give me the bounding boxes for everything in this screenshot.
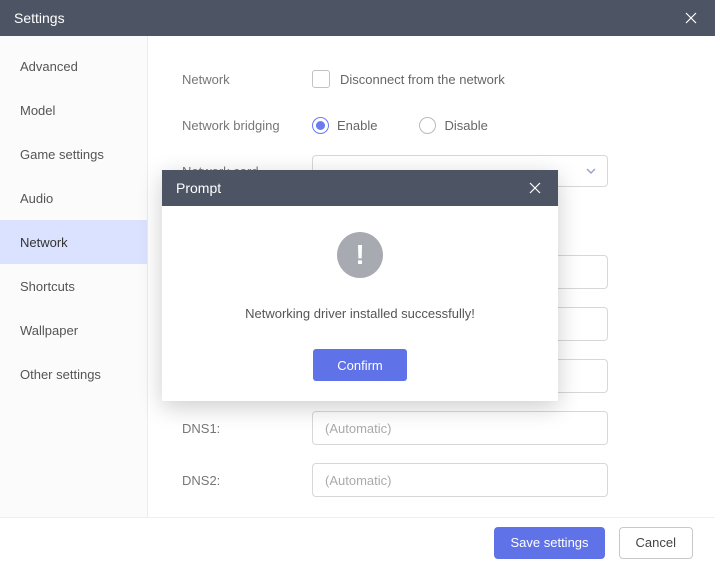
sidebar-item-shortcuts[interactable]: Shortcuts bbox=[0, 264, 147, 308]
sidebar-item-wallpaper[interactable]: Wallpaper bbox=[0, 308, 147, 352]
sidebar-item-label: Other settings bbox=[20, 367, 101, 382]
confirm-button[interactable]: Confirm bbox=[313, 349, 407, 381]
dns2-input[interactable]: (Automatic) bbox=[312, 463, 608, 497]
chevron-down-icon bbox=[585, 165, 597, 177]
dialog-body: ! Networking driver installed successful… bbox=[162, 206, 558, 401]
dns1-placeholder: (Automatic) bbox=[325, 421, 391, 436]
info-icon: ! bbox=[337, 232, 383, 278]
prompt-dialog: Prompt ! Networking driver installed suc… bbox=[162, 170, 558, 401]
sidebar-item-label: Wallpaper bbox=[20, 323, 78, 338]
sidebar-item-label: Advanced bbox=[20, 59, 78, 74]
dialog-message: Networking driver installed successfully… bbox=[245, 306, 475, 321]
bridging-radio-group: Enable Disable bbox=[312, 117, 488, 134]
dialog-header: Prompt bbox=[162, 170, 558, 206]
disable-label: Disable bbox=[444, 118, 487, 133]
dns2-placeholder: (Automatic) bbox=[325, 473, 391, 488]
sidebar-item-advanced[interactable]: Advanced bbox=[0, 44, 147, 88]
sidebar-item-label: Network bbox=[20, 235, 68, 250]
sidebar-item-model[interactable]: Model bbox=[0, 88, 147, 132]
sidebar-item-label: Model bbox=[20, 103, 55, 118]
save-button[interactable]: Save settings bbox=[494, 527, 604, 559]
dialog-close-icon[interactable] bbox=[526, 179, 544, 197]
sidebar-item-label: Shortcuts bbox=[20, 279, 75, 294]
sidebar: Advanced Model Game settings Audio Netwo… bbox=[0, 36, 148, 517]
sidebar-item-audio[interactable]: Audio bbox=[0, 176, 147, 220]
dns1-input[interactable]: (Automatic) bbox=[312, 411, 608, 445]
dialog-title: Prompt bbox=[176, 180, 221, 196]
disconnect-checkbox[interactable] bbox=[312, 70, 330, 88]
window-title: Settings bbox=[14, 10, 65, 26]
sidebar-item-network[interactable]: Network bbox=[0, 220, 147, 264]
network-label: Network bbox=[182, 72, 312, 87]
bridging-enable-radio[interactable]: Enable bbox=[312, 117, 377, 134]
confirm-button-label: Confirm bbox=[337, 358, 383, 373]
bridging-disable-radio[interactable]: Disable bbox=[419, 117, 487, 134]
titlebar: Settings bbox=[0, 0, 715, 36]
bridging-label: Network bridging bbox=[182, 118, 312, 133]
close-icon[interactable] bbox=[681, 8, 701, 28]
enable-label: Enable bbox=[337, 118, 377, 133]
dns2-label: DNS2: bbox=[182, 473, 312, 488]
sidebar-item-label: Audio bbox=[20, 191, 53, 206]
sidebar-item-other-settings[interactable]: Other settings bbox=[0, 352, 147, 396]
cancel-button-label: Cancel bbox=[636, 535, 676, 550]
sidebar-item-label: Game settings bbox=[20, 147, 104, 162]
footer: Save settings Cancel bbox=[0, 517, 715, 567]
sidebar-item-game-settings[interactable]: Game settings bbox=[0, 132, 147, 176]
disconnect-label: Disconnect from the network bbox=[340, 72, 505, 87]
save-button-label: Save settings bbox=[510, 535, 588, 550]
cancel-button[interactable]: Cancel bbox=[619, 527, 693, 559]
dns1-label: DNS1: bbox=[182, 421, 312, 436]
